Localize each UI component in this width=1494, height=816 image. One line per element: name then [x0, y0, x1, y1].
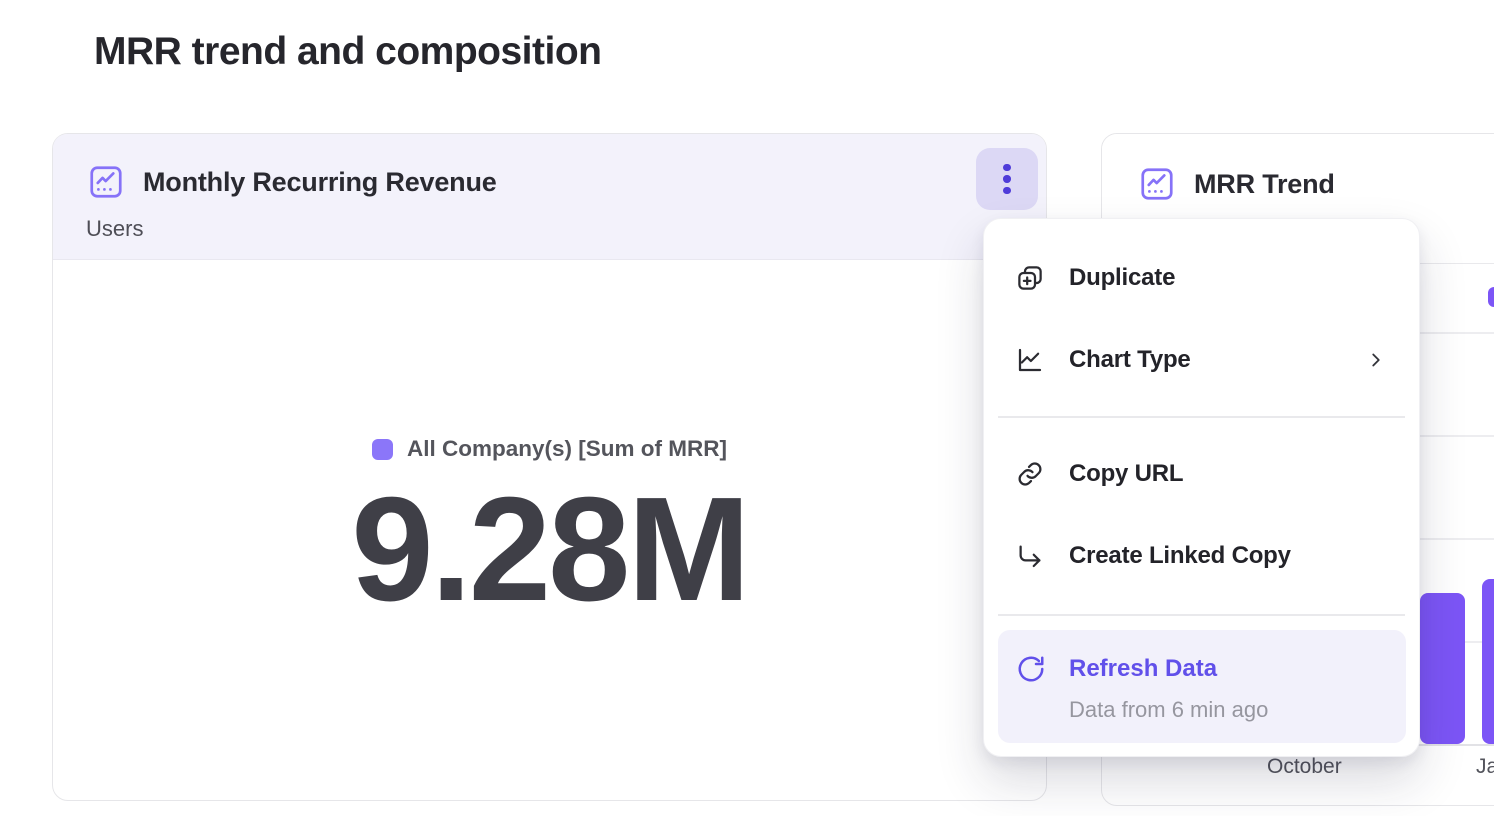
legend-label: All Company(s) [Sum of MRR]: [407, 436, 727, 462]
menu-divider: [998, 614, 1405, 616]
mrr-kpi-card: Monthly Recurring Revenue Users All Comp…: [52, 133, 1047, 801]
trend-card-title-row: MRR Trend: [1138, 165, 1335, 203]
card-context-menu: Duplicate Chart Type: [983, 218, 1420, 757]
kpi-card-header: Monthly Recurring Revenue Users: [53, 134, 1046, 260]
kpi-card-subtitle: Users: [86, 216, 143, 242]
x-axis-label: Ja: [1476, 755, 1494, 779]
kpi-card-title-row: Monthly Recurring Revenue: [87, 163, 497, 201]
menu-item-refresh-data[interactable]: Refresh Data Data from 6 min ago: [998, 630, 1406, 743]
kpi-value: 9.28M: [351, 476, 747, 624]
bar[interactable]: [1420, 593, 1465, 744]
bar[interactable]: [1482, 579, 1494, 744]
refresh-icon: [1016, 654, 1046, 684]
menu-item-label: Chart Type: [1069, 346, 1191, 374]
legend-swatch: [372, 439, 393, 460]
kpi-card-body: All Company(s) [Sum of MRR] 9.28M: [53, 260, 1046, 800]
menu-divider: [998, 416, 1405, 418]
menu-item-label: Copy URL: [1069, 460, 1183, 488]
chart-widget-icon: [1138, 165, 1176, 203]
chevron-right-icon: [1365, 349, 1387, 371]
kpi-card-title: Monthly Recurring Revenue: [143, 167, 497, 198]
screen: MRR trend and composition Monthly Recurr…: [0, 0, 1494, 816]
trend-card-title: MRR Trend: [1194, 169, 1335, 200]
corner-down-right-arrow-icon: [1015, 541, 1045, 571]
chart-widget-icon: [87, 163, 125, 201]
menu-item-label: Create Linked Copy: [1069, 542, 1291, 570]
menu-item-label: Refresh Data: [1069, 655, 1217, 683]
menu-item-create-linked-copy[interactable]: Create Linked Copy: [984, 515, 1419, 597]
link-icon: [1015, 459, 1045, 489]
menu-item-sublabel: Data from 6 min ago: [1069, 697, 1268, 723]
page-title: MRR trend and composition: [94, 30, 602, 74]
menu-item-chart-type[interactable]: Chart Type: [984, 319, 1419, 401]
kebab-vertical-icon: [1003, 164, 1011, 172]
menu-item-duplicate[interactable]: Duplicate: [984, 237, 1419, 319]
menu-item-label: Duplicate: [1069, 264, 1175, 292]
legend-pill: [1488, 287, 1494, 307]
chart-type-icon: [1015, 345, 1045, 375]
menu-item-copy-url[interactable]: Copy URL: [984, 433, 1419, 515]
kpi-legend: All Company(s) [Sum of MRR]: [372, 436, 727, 462]
x-axis-label: October: [1267, 755, 1342, 779]
duplicate-icon: [1015, 263, 1045, 293]
card-menu-button[interactable]: [976, 148, 1038, 210]
